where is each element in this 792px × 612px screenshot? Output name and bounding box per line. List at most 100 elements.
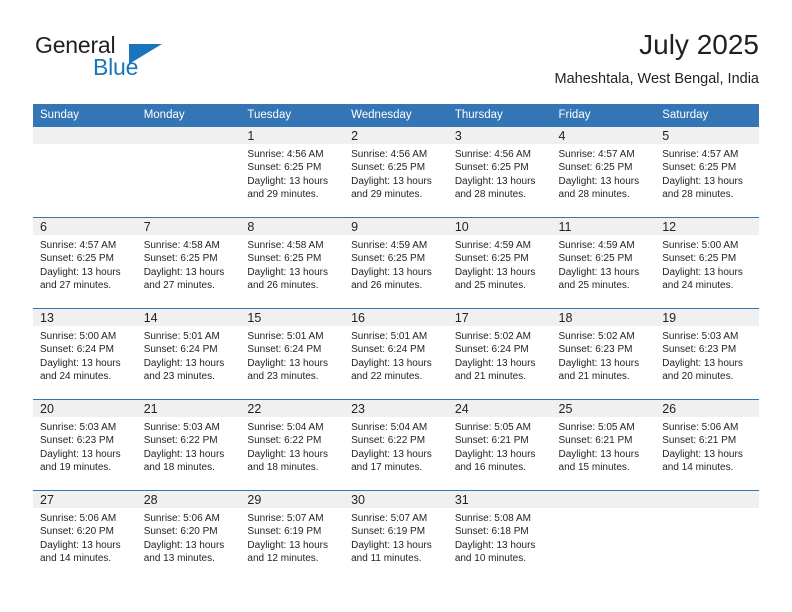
calendar-day-cell[interactable]: 29 Sunrise: 5:07 AM Sunset: 6:19 PM Dayligh… — [240, 490, 345, 581]
day-details: Sunrise: 5:06 AM Sunset: 6:20 PM Daylight:… — [33, 508, 137, 566]
sunset-text: Sunset: 6:25 PM — [247, 253, 322, 265]
calendar-day-cell[interactable]: 21 Sunrise: 5:03 AM Sunset: 6:22 PM Dayligh… — [136, 399, 241, 491]
sunrise-text: Sunrise: 5:05 AM — [454, 422, 531, 433]
day-cell-inner: 25 Sunrise: 5:05 AM Sunset: 6:21 PM Dayligh… — [551, 400, 656, 490]
day-details: Sunrise: 4:59 AM Sunset: 6:25 PM Daylight:… — [344, 235, 448, 293]
page-header: General Blue July 2025 Maheshtala, West … — [33, 28, 759, 98]
calendar-page: General Blue July 2025 Maheshtala, West … — [0, 0, 792, 612]
calendar-day-cell[interactable]: 18 Sunrise: 5:02 AM Sunset: 6:23 PM Dayligh… — [551, 308, 656, 400]
calendar-day-cell[interactable]: 15 Sunrise: 5:01 AM Sunset: 6:24 PM Dayligh… — [240, 308, 345, 400]
calendar-day-cell[interactable]: 11 Sunrise: 4:59 AM Sunset: 6:25 PM Dayligh… — [551, 217, 656, 309]
day-details: Sunrise: 4:57 AM Sunset: 6:25 PM Daylight:… — [33, 235, 137, 293]
daylight-text-line2: and 19 minutes. — [40, 462, 112, 474]
daylight-text-line2: and 10 minutes. — [454, 553, 526, 565]
calendar-day-cell[interactable]: 4 Sunrise: 4:57 AM Sunset: 6:25 PM Daylight… — [551, 127, 656, 218]
daylight-text-line1: Daylight: 13 hours — [247, 266, 329, 278]
day-cell-inner: 7 Sunrise: 4:58 AM Sunset: 6:25 PM Daylight… — [136, 218, 241, 308]
sunrise-text: Sunrise: 5:03 AM — [40, 422, 117, 433]
day-details — [137, 144, 241, 148]
daylight-text-line1: Daylight: 13 hours — [454, 539, 536, 551]
sunset-text: Sunset: 6:25 PM — [662, 253, 737, 265]
calendar-day-cell[interactable]: 16 Sunrise: 5:01 AM Sunset: 6:24 PM Dayligh… — [344, 308, 448, 400]
day-cell-inner: 23 Sunrise: 5:04 AM Sunset: 6:22 PM Dayligh… — [344, 400, 448, 490]
daylight-text-line2: and 25 minutes. — [454, 280, 526, 292]
daylight-text-line1: Daylight: 13 hours — [662, 266, 743, 278]
daylight-text-line1: Daylight: 13 hours — [247, 448, 329, 460]
day-number: 9 — [351, 220, 359, 234]
day-details: Sunrise: 4:56 AM Sunset: 6:25 PM Daylight:… — [344, 144, 448, 202]
daylight-text-line1: Daylight: 13 hours — [351, 175, 432, 187]
day-number-band: 23 — [344, 400, 448, 417]
day-cell-inner — [551, 491, 656, 581]
daylight-text-line1: Daylight: 13 hours — [40, 448, 121, 460]
sunset-text: Sunset: 6:23 PM — [662, 344, 737, 356]
day-details: Sunrise: 5:03 AM Sunset: 6:23 PM Daylight:… — [33, 417, 137, 475]
calendar-day-cell[interactable]: 27 Sunrise: 5:06 AM Sunset: 6:20 PM Dayligh… — [33, 490, 137, 581]
calendar-day-cell[interactable]: 22 Sunrise: 5:04 AM Sunset: 6:22 PM Dayligh… — [240, 399, 345, 491]
day-cell-inner: 27 Sunrise: 5:06 AM Sunset: 6:20 PM Dayligh… — [33, 491, 137, 581]
calendar-day-cell[interactable]: 17 Sunrise: 5:02 AM Sunset: 6:24 PM Dayligh… — [447, 308, 552, 400]
calendar-day-cell[interactable]: 23 Sunrise: 5:04 AM Sunset: 6:22 PM Dayligh… — [344, 399, 448, 491]
day-number: 16 — [351, 311, 366, 325]
calendar-day-cell[interactable]: 31 Sunrise: 5:08 AM Sunset: 6:18 PM Dayligh… — [447, 490, 552, 581]
daylight-text-line1: Daylight: 13 hours — [143, 266, 225, 278]
daylight-text-line2: and 21 minutes. — [558, 371, 630, 383]
calendar-day-cell[interactable]: 30 Sunrise: 5:07 AM Sunset: 6:19 PM Dayligh… — [344, 490, 448, 581]
calendar-day-cell[interactable]: 8 Sunrise: 4:58 AM Sunset: 6:25 PM Daylight… — [240, 217, 345, 309]
calendar-day-cell[interactable]: 20 Sunrise: 5:03 AM Sunset: 6:23 PM Dayligh… — [33, 399, 137, 491]
calendar-day-cell[interactable]: 24 Sunrise: 5:05 AM Sunset: 6:21 PM Dayligh… — [447, 399, 552, 491]
daylight-text-line1: Daylight: 13 hours — [247, 357, 329, 369]
calendar-day-cell[interactable]: 2 Sunrise: 4:56 AM Sunset: 6:25 PM Daylight… — [344, 127, 448, 218]
day-number — [552, 491, 656, 493]
calendar-day-cell[interactable]: 28 Sunrise: 5:06 AM Sunset: 6:20 PM Dayligh… — [136, 490, 241, 581]
day-cell-inner: 28 Sunrise: 5:06 AM Sunset: 6:20 PM Dayligh… — [136, 491, 241, 581]
day-number: 23 — [351, 402, 366, 416]
day-cell-inner: 20 Sunrise: 5:03 AM Sunset: 6:23 PM Dayligh… — [33, 400, 137, 490]
day-cell-inner: 3 Sunrise: 4:56 AM Sunset: 6:25 PM Daylight… — [447, 127, 552, 217]
daylight-text-line2: and 23 minutes. — [143, 371, 215, 383]
day-number-band: 4 — [551, 127, 656, 144]
day-details: Sunrise: 5:01 AM Sunset: 6:24 PM Daylight:… — [137, 326, 241, 384]
day-cell-inner: 17 Sunrise: 5:02 AM Sunset: 6:24 PM Dayligh… — [447, 309, 552, 399]
calendar-day-cell[interactable]: 5 Sunrise: 4:57 AM Sunset: 6:25 PM Daylight… — [655, 127, 759, 218]
daylight-text-line1: Daylight: 13 hours — [143, 357, 225, 369]
day-number: 18 — [558, 311, 573, 325]
calendar-day-cell[interactable]: 9 Sunrise: 4:59 AM Sunset: 6:25 PM Daylight… — [344, 217, 448, 309]
daylight-text-line1: Daylight: 13 hours — [558, 357, 640, 369]
daylight-text-line2: and 25 minutes. — [558, 280, 630, 292]
day-number: 10 — [454, 220, 469, 234]
generalblue-logo[interactable]: General Blue — [33, 32, 263, 88]
daylight-text-line1: Daylight: 13 hours — [247, 175, 329, 187]
day-details: Sunrise: 5:04 AM Sunset: 6:22 PM Daylight:… — [344, 417, 448, 475]
day-number: 20 — [40, 402, 54, 416]
calendar-day-cell[interactable]: 25 Sunrise: 5:05 AM Sunset: 6:21 PM Dayligh… — [551, 399, 656, 491]
weekday-header-row: Sunday Monday Tuesday Wednesday Thursday… — [33, 104, 759, 127]
daylight-text-line2: and 20 minutes. — [662, 371, 734, 383]
day-number: 24 — [454, 402, 469, 416]
calendar-day-cell[interactable]: 19 Sunrise: 5:03 AM Sunset: 6:23 PM Dayligh… — [655, 308, 759, 400]
day-number-band: 6 — [33, 218, 137, 235]
day-number: 13 — [40, 311, 54, 325]
daylight-text-line2: and 28 minutes. — [558, 189, 630, 201]
day-number-band: 14 — [136, 309, 241, 326]
day-details: Sunrise: 5:00 AM Sunset: 6:24 PM Daylight:… — [33, 326, 137, 384]
day-cell-inner: 30 Sunrise: 5:07 AM Sunset: 6:19 PM Dayligh… — [344, 491, 448, 581]
calendar-day-cell[interactable]: 10 Sunrise: 4:59 AM Sunset: 6:25 PM Dayligh… — [447, 217, 552, 309]
day-details: Sunrise: 5:04 AM Sunset: 6:22 PM Daylight:… — [240, 417, 344, 475]
calendar-day-cell[interactable]: 12 Sunrise: 5:00 AM Sunset: 6:25 PM Dayligh… — [655, 217, 759, 309]
calendar-day-cell[interactable]: 6 Sunrise: 4:57 AM Sunset: 6:25 PM Daylight… — [33, 217, 137, 309]
calendar-day-cell[interactable]: 3 Sunrise: 4:56 AM Sunset: 6:25 PM Daylight… — [447, 127, 552, 218]
daylight-text-line1: Daylight: 13 hours — [662, 357, 743, 369]
sunset-text: Sunset: 6:25 PM — [558, 253, 633, 265]
calendar-day-cell[interactable]: 13 Sunrise: 5:00 AM Sunset: 6:24 PM Dayligh… — [33, 308, 137, 400]
calendar-day-cell[interactable]: 26 Sunrise: 5:06 AM Sunset: 6:21 PM Dayligh… — [655, 399, 759, 491]
day-number: 19 — [662, 311, 677, 325]
calendar-day-cell[interactable]: 1 Sunrise: 4:56 AM Sunset: 6:25 PM Daylight… — [240, 127, 345, 218]
weekday-header-friday: Friday — [551, 104, 656, 127]
calendar-day-cell[interactable]: 7 Sunrise: 4:58 AM Sunset: 6:25 PM Daylight… — [136, 217, 241, 309]
day-number: 12 — [662, 220, 677, 234]
calendar-day-cell[interactable]: 14 Sunrise: 5:01 AM Sunset: 6:24 PM Dayligh… — [136, 308, 241, 400]
day-number-band: 29 — [240, 491, 345, 508]
daylight-text-line1: Daylight: 13 hours — [558, 175, 640, 187]
sunset-text: Sunset: 6:24 PM — [351, 344, 426, 356]
